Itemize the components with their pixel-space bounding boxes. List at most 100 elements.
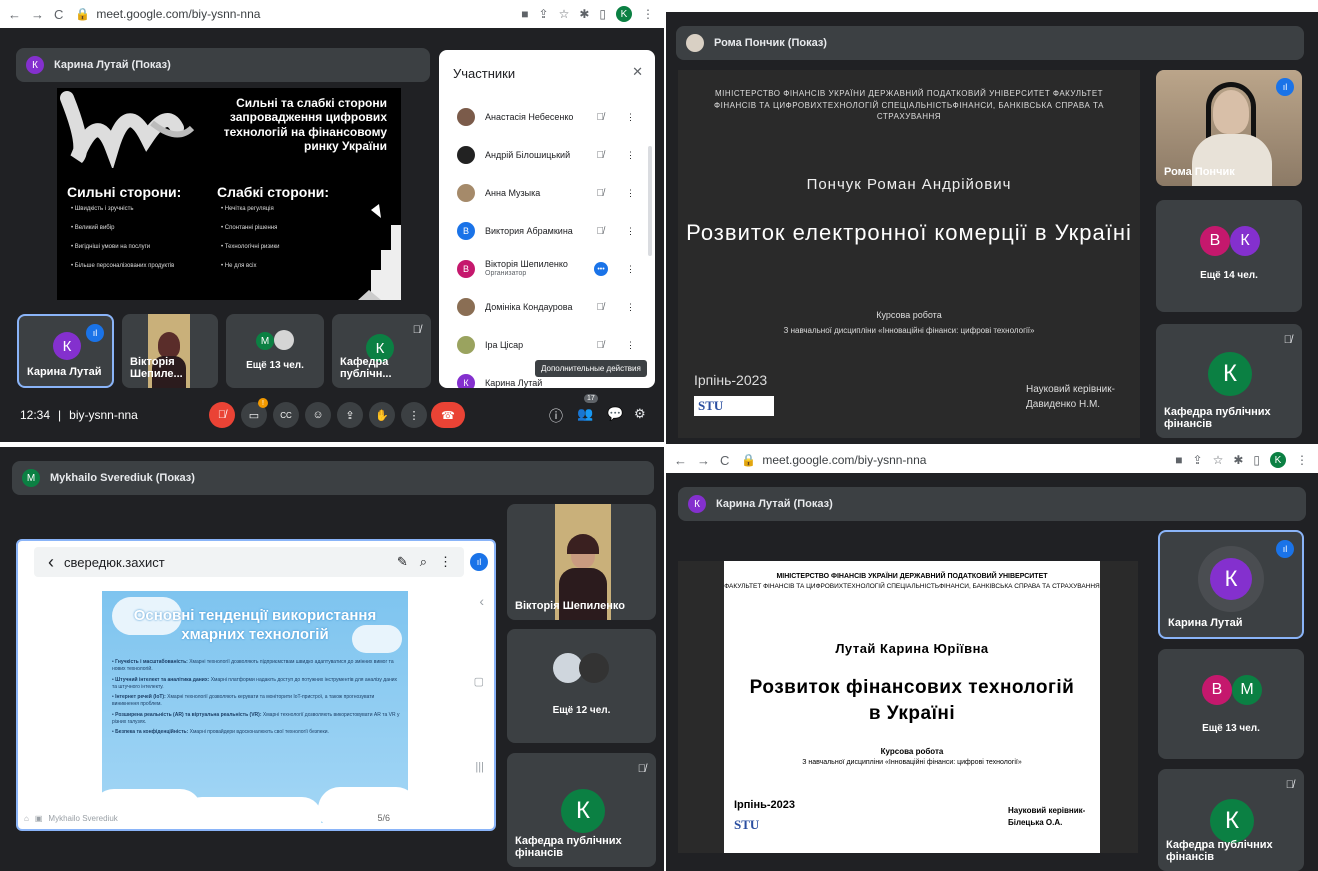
participant-tile-viktoria[interactable]: Вікторія Шепиле... <box>122 314 218 388</box>
participant-count-badge: 17 <box>584 394 598 403</box>
forward-arrow-icon[interactable]: → <box>31 7 44 22</box>
star-icon[interactable]: ☆ <box>559 7 570 21</box>
recents-icon[interactable]: ||| <box>475 761 484 773</box>
profile-avatar[interactable]: K <box>1270 452 1286 468</box>
more-icon[interactable]: ⋮ <box>626 188 635 199</box>
participant-name: Кафедра публічн... <box>340 356 392 380</box>
share-icon[interactable]: ⇪ <box>1193 453 1203 467</box>
reload-icon[interactable]: C <box>54 7 63 22</box>
mic-off-icon: 🎙̸ <box>637 763 646 775</box>
mic-toggle-button[interactable]: 🎙̸ <box>209 402 235 428</box>
slide-title: Розвиток електронної комерції в Україні <box>686 220 1132 245</box>
menu-icon[interactable]: ⋮ <box>642 7 654 21</box>
cloud-decoration <box>182 797 322 823</box>
participant-row[interactable]: Іра Цісар 🎙̸ ⋮ <box>439 326 655 364</box>
participant-tile-kafedra[interactable]: К 🎙̸ Кафедра публічн... <box>332 314 431 388</box>
extensions-icon[interactable]: ✱ <box>579 7 589 21</box>
edit-icon[interactable]: ✎ <box>397 554 408 570</box>
decorative-stairs <box>358 204 401 300</box>
participant-tile-viktoria[interactable]: Вікторія Шепиленко <box>507 504 656 620</box>
shared-slide: Сильні та слабкі сторони запровадження ц… <box>57 88 401 300</box>
camera-icon[interactable]: ■ <box>521 7 528 21</box>
participant-avatar: М <box>1232 675 1262 705</box>
star-icon[interactable]: ☆ <box>1213 453 1224 467</box>
presenter-label: Карина Лутай (Показ) <box>716 498 833 510</box>
present-button[interactable]: ⇪ <box>337 402 363 428</box>
participant-tile-more[interactable]: В М Ещё 13 чел. <box>1158 649 1304 759</box>
menu-icon[interactable]: ⋮ <box>1296 453 1308 467</box>
extensions-icon[interactable]: ✱ <box>1233 453 1243 467</box>
more-icon[interactable]: ⋮ <box>626 150 635 161</box>
weakness-item: • Нечітка регуляція <box>221 206 274 212</box>
presenter-label: Рома Пончик (Показ) <box>714 37 827 49</box>
bottom-presenter-bar: ⌂ ▣ Mykhailo Sverediuk <box>24 814 118 823</box>
back-icon[interactable]: ‹ <box>48 552 54 573</box>
participant-tile-kafedra[interactable]: К 🎙̸ Кафедра публічних фінансів <box>507 753 656 867</box>
people-icon[interactable]: 👥 <box>577 406 593 422</box>
speaking-indicator-icon: ıl <box>86 324 104 342</box>
participant-row[interactable]: В Виктория Абрамкина 🎙̸ ⋮ <box>439 212 655 250</box>
participant-tile-roma[interactable]: ıl Рома Пончик <box>1156 70 1302 186</box>
reload-icon[interactable]: C <box>720 453 729 468</box>
strengths-list: • Швидкість і зручність • Великий вибір … <box>71 206 211 269</box>
share-icon[interactable]: ⇪ <box>539 7 549 21</box>
presenter-label: Mykhailo Sverediuk (Показ) <box>50 472 195 484</box>
pip-icon[interactable]: ▣ <box>35 814 43 823</box>
presenter-avatar: К <box>26 56 44 74</box>
participant-row-name: Карина Лутай <box>485 378 543 388</box>
participant-name: Карина Лутай <box>1168 617 1243 629</box>
raise-hand-button[interactable]: ✋ <box>369 402 395 428</box>
leave-call-button[interactable]: ☎ <box>431 402 465 428</box>
more-icon[interactable]: ⋮ <box>626 340 635 351</box>
pin-icon[interactable]: ⌂ <box>24 814 29 823</box>
activities-icon[interactable]: ⚙ <box>634 406 646 422</box>
slide-city-year: Ірпінь-2023 <box>734 799 796 811</box>
sidebar-icon[interactable]: ▯ <box>1253 453 1260 467</box>
participant-tile-kafedra[interactable]: К 🎙̸ Кафедра публічних фінансів <box>1156 324 1302 438</box>
meet-window-2: Рома Пончик (Показ) МІНІСТЕРСТВО ФІНАНСІ… <box>666 12 1318 444</box>
info-icon[interactable]: ⓘ <box>549 406 563 426</box>
participant-tile-more[interactable]: Ещё 12 чел. <box>507 629 656 743</box>
meet-window-4: ← → C 🔒 meet.google.com/biy-ysnn-nna ■ ⇪… <box>666 447 1318 871</box>
mic-off-icon: 🎙̸ <box>596 149 605 161</box>
prev-arrow-icon[interactable]: ‹ <box>479 593 484 609</box>
forward-arrow-icon[interactable]: → <box>697 453 710 468</box>
participant-tile-karina[interactable]: К ıl Карина Лутай <box>1158 530 1304 639</box>
address-bar[interactable]: 🔒 meet.google.com/biy-ysnn-nna <box>741 453 1175 467</box>
home-icon[interactable]: ▢ <box>474 675 484 688</box>
emoji-button[interactable]: ☺ <box>305 402 331 428</box>
slide-work-type: Курсова робота <box>876 310 942 320</box>
back-arrow-icon[interactable]: ← <box>674 453 687 468</box>
participant-row[interactable]: Андрій Білошицький 🎙̸ ⋮ <box>439 136 655 174</box>
participant-row[interactable]: Домініка Кондаурова 🎙̸ ⋮ <box>439 288 655 326</box>
sidebar-icon[interactable]: ▯ <box>599 7 606 21</box>
camera-icon[interactable]: ■ <box>1175 453 1182 467</box>
participant-tile-more[interactable]: В К Ещё 14 чел. <box>1156 200 1302 312</box>
participant-row[interactable]: В Вікторія Шепиленко Организатор ••• ⋮ <box>439 250 655 288</box>
close-icon[interactable]: ✕ <box>632 64 643 80</box>
scrollbar[interactable] <box>648 146 652 256</box>
participant-row[interactable]: Анастасія Небесенко 🎙̸ ⋮ <box>439 98 655 136</box>
participant-initial-avatar: В <box>457 260 475 278</box>
profile-avatar[interactable]: K <box>616 6 632 22</box>
person-face <box>1213 90 1249 134</box>
participant-tile-kafedra[interactable]: К 🎙̸ Кафедра публічних фінансів <box>1158 769 1304 871</box>
more-icon[interactable]: ⋮ <box>439 554 452 570</box>
more-icon[interactable]: ⋮ <box>626 112 635 123</box>
participant-tile-more[interactable]: М Ещё 13 чел. <box>226 314 324 388</box>
captions-button[interactable]: CC <box>273 402 299 428</box>
search-icon[interactable]: ⌕ <box>420 554 427 570</box>
participant-tile-karina[interactable]: К ıl Карина Лутай <box>17 314 114 388</box>
more-icon[interactable]: ⋮ <box>626 226 635 237</box>
more-options-button[interactable]: ⋮ <box>401 402 427 428</box>
more-icon[interactable]: ⋮ <box>626 302 635 313</box>
participants-panel: Участники ✕ Анастасія Небесенко 🎙̸ ⋮ Анд… <box>439 50 655 388</box>
participant-row[interactable]: Анна Музыка 🎙̸ ⋮ <box>439 174 655 212</box>
back-arrow-icon[interactable]: ← <box>8 7 21 22</box>
mic-off-icon: 🎙̸ <box>1283 334 1292 346</box>
more-icon[interactable]: ⋮ <box>626 264 635 275</box>
document-title: свередюк.захист <box>64 554 165 570</box>
address-bar[interactable]: 🔒 meet.google.com/biy-ysnn-nna <box>75 7 521 21</box>
chat-icon[interactable]: 💬 <box>607 406 623 422</box>
app-header: ‹ свередюк.захист ✎ ⌕ ⋮ <box>34 547 464 577</box>
